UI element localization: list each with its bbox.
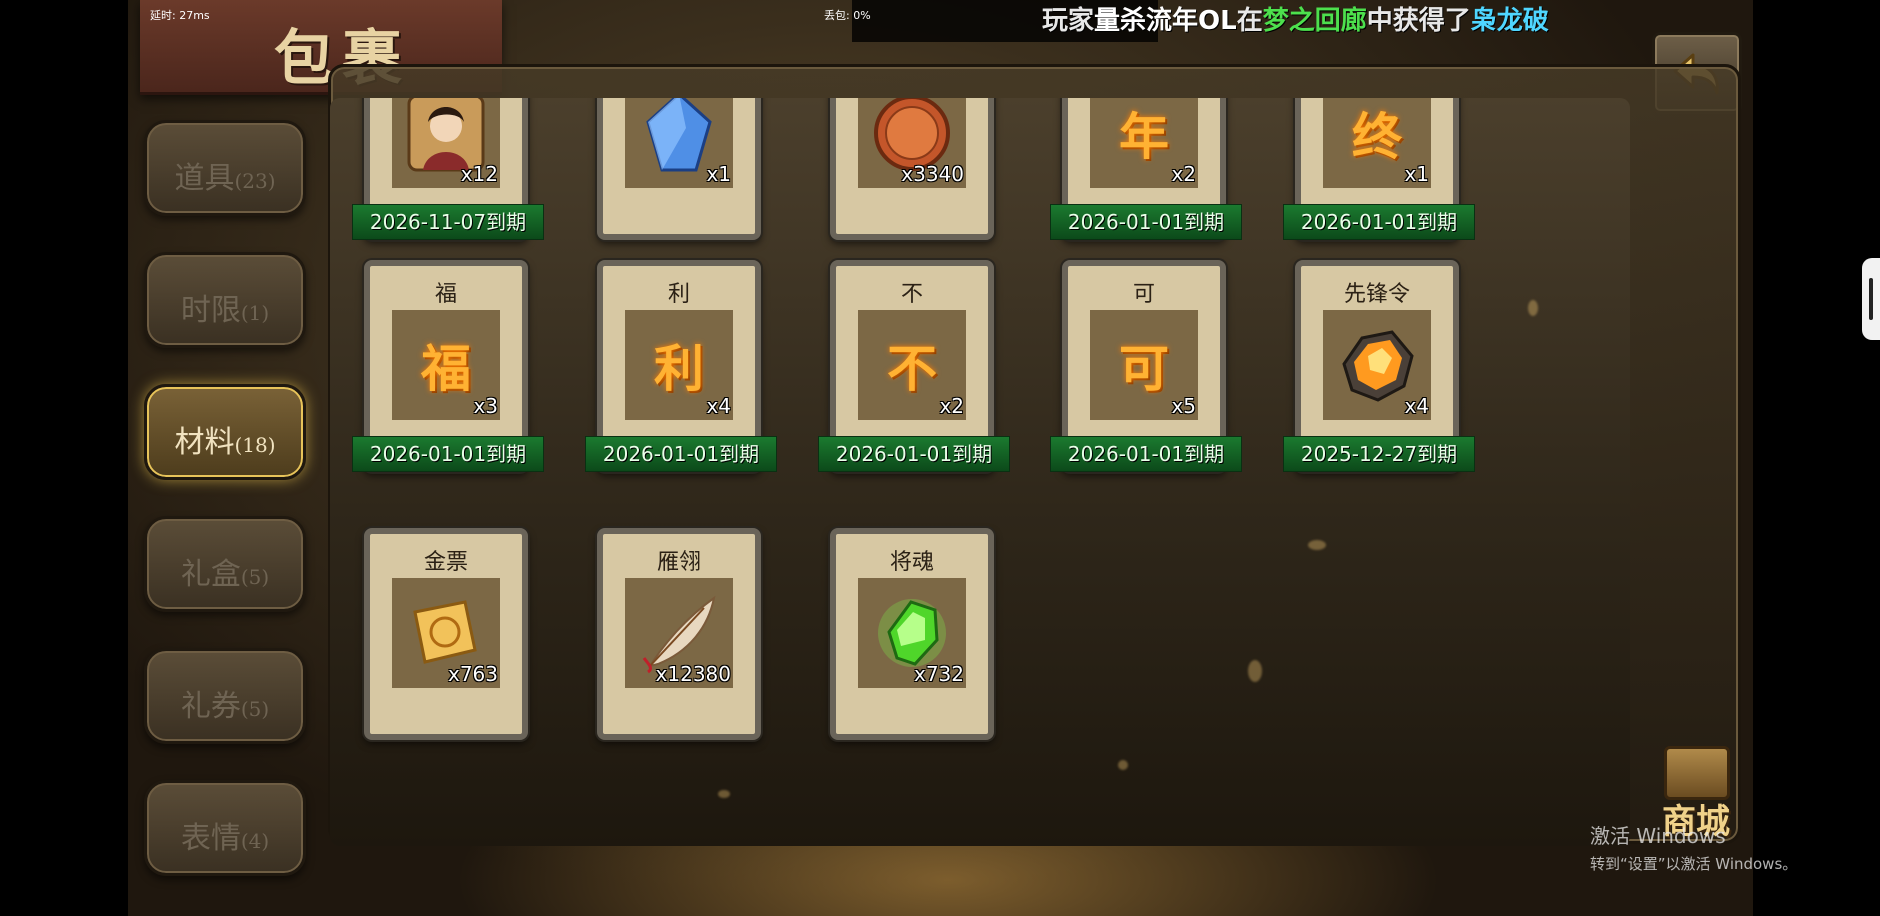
tab-name: 礼盒	[180, 557, 241, 592]
item-quantity: x4	[706, 394, 731, 418]
watermark-title: 激活 Windows	[1590, 824, 1726, 848]
tab-name: 道具	[174, 161, 235, 196]
item-quantity: x4	[1404, 394, 1429, 418]
inventory-slot[interactable]: 将魂 x732	[830, 528, 994, 740]
item-quantity: x12	[460, 162, 498, 186]
side-drawer-handle[interactable]	[1862, 258, 1880, 340]
item-expiry-label: 2026-01-01到期	[585, 436, 777, 472]
inventory-slot[interactable]: 不不 x2 2026-01-01到期	[818, 260, 1010, 472]
tab-coupons[interactable]: 礼券(5)	[144, 648, 306, 744]
item-panel: x12 2026-11-07到期 x1 x3340 年 x2 2026-01-01到期终 x1…	[330, 98, 1630, 846]
inventory-slot[interactable]: x3340	[830, 98, 994, 240]
item-glyph: 不	[887, 339, 937, 398]
item-quantity: x2	[939, 394, 964, 418]
item-quantity: x3340	[901, 162, 964, 186]
inventory-slot[interactable]: 福福 x3 2026-01-01到期	[352, 260, 544, 472]
tab-name: 时限	[180, 293, 241, 328]
item-quantity: x2	[1171, 162, 1196, 186]
item-glyph: 终	[1352, 107, 1402, 166]
item-glyph: 可	[1119, 339, 1169, 398]
broadcast-ticker: 玩家量杀流年OL在梦之回廊中获得了枭龙破	[1042, 2, 1752, 40]
item-expiry-label: 2026-01-01到期	[1050, 204, 1242, 240]
item-quantity: x5	[1171, 394, 1196, 418]
tab-count: (1)	[240, 301, 270, 325]
broadcast-segment: 枭龙破	[1470, 6, 1549, 36]
item-expiry-label: 2026-11-07到期	[352, 204, 544, 240]
tab-count: (5)	[240, 697, 270, 721]
tab-label: 材料(18)	[147, 417, 303, 461]
broadcast-segment: 量杀流年OL	[1094, 6, 1237, 36]
tab-label: 礼盒(5)	[147, 549, 303, 593]
item-name: 可	[1132, 282, 1155, 307]
tab-label: 表情(4)	[147, 813, 303, 857]
item-name: 金票	[423, 550, 468, 575]
tab-name: 礼券	[180, 689, 241, 724]
item-name: 不	[900, 282, 923, 307]
inventory-slot[interactable]: x12 2026-11-07到期	[352, 98, 544, 240]
inventory-slot[interactable]: 终 x1 2026-01-01到期	[1283, 98, 1475, 240]
inventory-slot[interactable]: 雁翎 x12380	[597, 528, 761, 740]
tab-label: 时限(1)	[147, 285, 303, 329]
tab-name: 材料	[174, 425, 235, 460]
tab-materials[interactable]: 材料(18)	[144, 384, 306, 480]
tab-count: (4)	[240, 829, 270, 853]
broadcast-segment: 玩家	[1042, 6, 1095, 36]
item-glyph: 福	[421, 339, 471, 398]
item-glyph: 利	[654, 339, 704, 398]
watermark-subtitle: 转到“设置”以激活 Windows。	[1590, 855, 1798, 873]
item-quantity: x763	[447, 662, 498, 686]
item-expiry-label: 2026-01-01到期	[1050, 436, 1242, 472]
inventory-slot[interactable]: 金票 x763	[364, 528, 528, 740]
item-quantity: x1	[1404, 162, 1429, 186]
inventory-slot[interactable]: 年 x2 2026-01-01到期	[1050, 98, 1242, 240]
inventory-slot[interactable]: x1	[597, 98, 761, 240]
item-expiry-label: 2026-01-01到期	[352, 436, 544, 472]
broadcast-segment: 梦之回廊	[1262, 6, 1367, 36]
tab-label: 道具(23)	[147, 153, 303, 197]
game-viewport: 包裹 玩家量杀流年OL在梦之回廊中获得了枭龙破 x12 2026-11-07到期 x…	[128, 0, 1753, 916]
tab-giftbox[interactable]: 礼盒(5)	[144, 516, 306, 612]
tab-emotes[interactable]: 表情(4)	[144, 780, 306, 876]
item-name: 先锋令	[1343, 282, 1410, 307]
tab-count: (5)	[240, 565, 270, 589]
item-grid: x12 2026-11-07到期 x1 x3340 年 x2 2026-01-01到期终 x1…	[330, 98, 1630, 846]
item-glyph: 年	[1119, 107, 1169, 166]
windows-activation-watermark: 激活 Windows 转到“设置”以激活 Windows。	[1590, 820, 1797, 874]
item-quantity: x3	[473, 394, 498, 418]
item-quantity: x12380	[655, 662, 731, 686]
treasure-chest-icon	[1664, 746, 1730, 800]
tab-label: 礼券(5)	[147, 681, 303, 725]
packet-loss-readout: 丢包: 0%	[824, 9, 871, 22]
broadcast-segment: 在	[1236, 6, 1263, 36]
inventory-slot[interactable]: 先锋令 x4 2025-12-27到期	[1283, 260, 1475, 472]
item-quantity: x732	[913, 662, 964, 686]
tab-count: (23)	[234, 169, 276, 193]
item-name: 利	[667, 282, 690, 307]
item-name: 雁翎	[656, 550, 701, 575]
inventory-slot[interactable]: 利利 x4 2026-01-01到期	[585, 260, 777, 472]
item-name: 将魂	[889, 550, 934, 575]
item-quantity: x1	[706, 162, 731, 186]
latency-readout: 延时: 27ms	[150, 9, 210, 22]
tab-name: 表情	[180, 821, 241, 856]
tab-items[interactable]: 道具(23)	[144, 120, 306, 216]
item-expiry-label: 2025-12-27到期	[1283, 436, 1475, 472]
item-name: 福	[434, 282, 457, 307]
inventory-slot[interactable]: 可可 x5 2026-01-01到期	[1050, 260, 1242, 472]
broadcast-segment: 中获得了	[1366, 6, 1471, 36]
item-expiry-label: 2026-01-01到期	[1283, 204, 1475, 240]
tab-count: (18)	[234, 433, 276, 457]
tab-timed[interactable]: 时限(1)	[144, 252, 306, 348]
item-expiry-label: 2026-01-01到期	[818, 436, 1010, 472]
